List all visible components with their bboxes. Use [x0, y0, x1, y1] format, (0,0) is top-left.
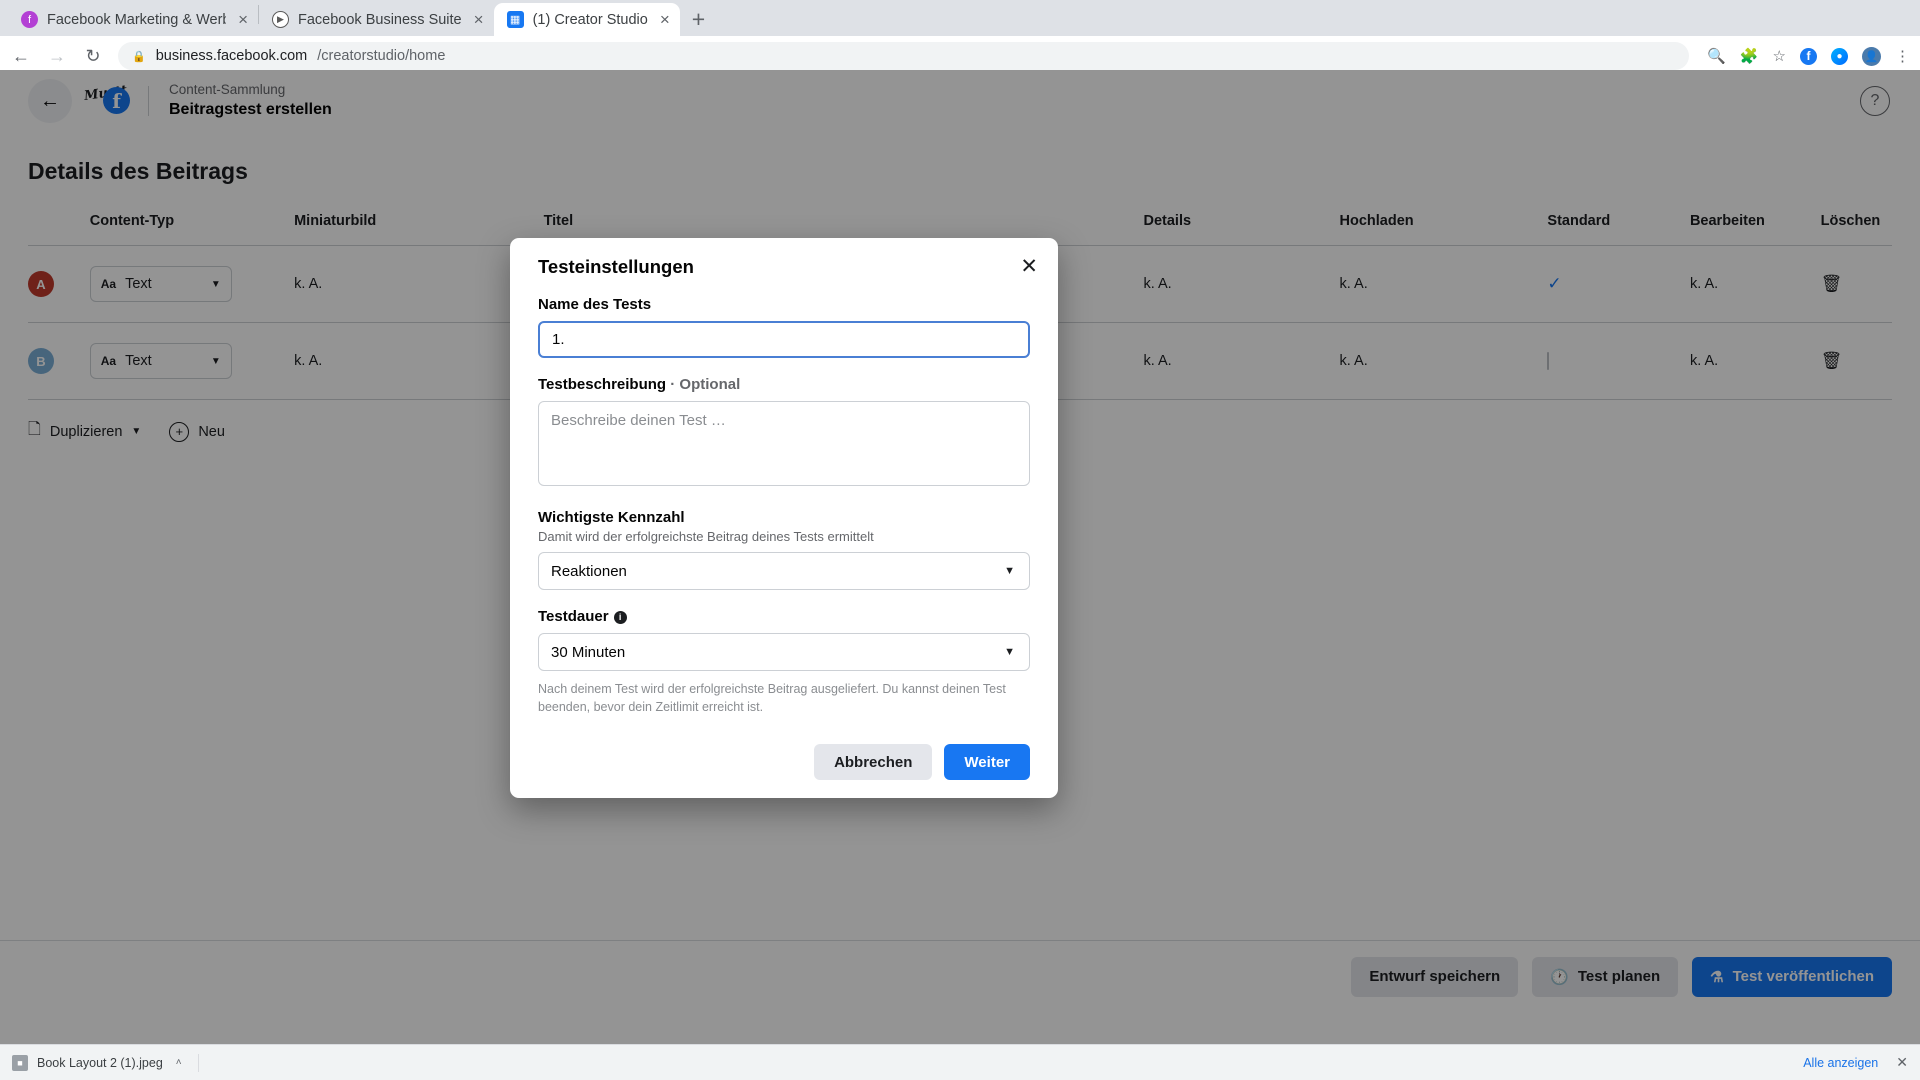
image-file-icon: ■	[12, 1054, 28, 1071]
forward-navigation-icon[interactable]: →	[46, 47, 68, 65]
browser-tab-0[interactable]: f Facebook Marketing & Werbea ×	[8, 3, 258, 36]
test-duration-value: 30 Minuten	[551, 643, 626, 661]
lock-icon: 🔒	[132, 50, 146, 63]
chrome-menu-icon[interactable]: ⋮	[1895, 49, 1910, 64]
test-description-optional: · Optional	[666, 376, 741, 393]
chevron-down-icon: ▼	[1004, 646, 1015, 658]
toolbar-icons: 🔍 🧩 ☆ f ● 👤 ⋮	[1707, 46, 1910, 66]
browser-tab-1[interactable]: ▶ Facebook Business Suite ×	[259, 3, 494, 36]
tab-close-icon[interactable]: ×	[474, 11, 484, 28]
cancel-button[interactable]: Abbrechen	[814, 744, 933, 781]
facebook-marketing-icon: f	[21, 11, 38, 28]
info-icon[interactable]: i	[613, 610, 627, 624]
creator-studio-icon: ▦	[506, 11, 524, 28]
close-icon[interactable]: ✕	[1020, 256, 1044, 277]
zoom-icon[interactable]: 🔍	[1707, 49, 1726, 64]
download-item[interactable]: ■ Book Layout 2 (1).jpeg ˄	[12, 1054, 182, 1071]
duration-fineprint: Nach deinem Test wird der erfolgreichste…	[538, 682, 1006, 715]
dialog-actions: Abbrechen Weiter	[524, 716, 1044, 784]
browser-window: f Facebook Marketing & Werbea × ▶ Facebo…	[0, 0, 1920, 1080]
key-metric-sublabel: Damit wird der erfolgreichste Beitrag de…	[538, 529, 874, 544]
close-icon[interactable]: ✕	[1896, 1054, 1908, 1071]
tab-close-icon[interactable]: ×	[238, 11, 248, 28]
url-domain: business.facebook.com	[155, 48, 308, 64]
key-metric-select[interactable]: Reaktionen ▼	[538, 552, 1030, 590]
tab-strip: f Facebook Marketing & Werbea × ▶ Facebo…	[0, 0, 1920, 36]
test-duration-label: Testdauer i	[538, 608, 1030, 625]
messenger-icon[interactable]: ●	[1831, 47, 1848, 65]
dialog-title: Testeinstellungen	[538, 256, 694, 277]
test-name-input[interactable]	[538, 321, 1030, 358]
tab-label: Facebook Marketing & Werbea	[47, 11, 226, 28]
test-duration-label-text: Testdauer	[538, 608, 609, 625]
facebook-icon[interactable]: f	[1800, 47, 1817, 65]
tab-close-icon[interactable]: ×	[660, 11, 670, 28]
profile-avatar-icon[interactable]: 👤	[1862, 46, 1881, 66]
address-bar[interactable]: 🔒 business.facebook.com/creatorstudio/ho…	[118, 42, 1690, 70]
download-menu-icon[interactable]: ˄	[176, 1057, 182, 1068]
reload-icon[interactable]: ↻	[82, 47, 104, 65]
show-all-downloads-link[interactable]: Alle anzeigen	[1803, 1056, 1878, 1070]
browser-tab-2[interactable]: ▦ (1) Creator Studio ×	[493, 3, 680, 36]
new-tab-button[interactable]: +	[692, 8, 705, 31]
download-file-name: Book Layout 2 (1).jpeg	[37, 1055, 163, 1070]
business-suite-icon: ▶	[272, 11, 289, 28]
chevron-down-icon: ▼	[1004, 565, 1015, 577]
test-settings-dialog: Testeinstellungen ✕ Name des Tests Testb…	[510, 238, 1058, 799]
back-navigation-icon[interactable]: ←	[10, 47, 32, 65]
test-description-textarea[interactable]	[538, 401, 1030, 486]
key-metric-label: Wichtigste Kennzahl	[538, 509, 685, 526]
tab-label: Facebook Business Suite	[298, 11, 462, 28]
download-shelf: ■ Book Layout 2 (1).jpeg ˄ Alle anzeigen…	[0, 1044, 1920, 1080]
key-metric-value: Reaktionen	[551, 562, 627, 580]
next-button[interactable]: Weiter	[944, 744, 1030, 781]
url-path: /creatorstudio/home	[317, 48, 446, 64]
tab-label: (1) Creator Studio	[532, 11, 648, 28]
shelf-divider	[197, 1053, 199, 1072]
test-duration-select[interactable]: 30 Minuten ▼	[538, 633, 1030, 671]
page-content: ← Mustt f Content-Sammlung Beitragstest …	[0, 70, 1920, 1048]
dialog-header: Testeinstellungen ✕	[524, 256, 1044, 278]
extension-puzzle-icon[interactable]: 🧩	[1740, 49, 1759, 64]
dialog-body: Name des Tests Testbeschreibung · Option…	[524, 296, 1044, 716]
test-name-label: Name des Tests	[538, 296, 652, 313]
test-description-label: Testbeschreibung · Optional	[538, 376, 1030, 393]
bookmark-star-icon[interactable]: ☆	[1773, 49, 1786, 64]
test-description-label-text: Testbeschreibung	[538, 376, 667, 393]
shelf-right-actions: Alle anzeigen ✕	[1803, 1054, 1908, 1071]
